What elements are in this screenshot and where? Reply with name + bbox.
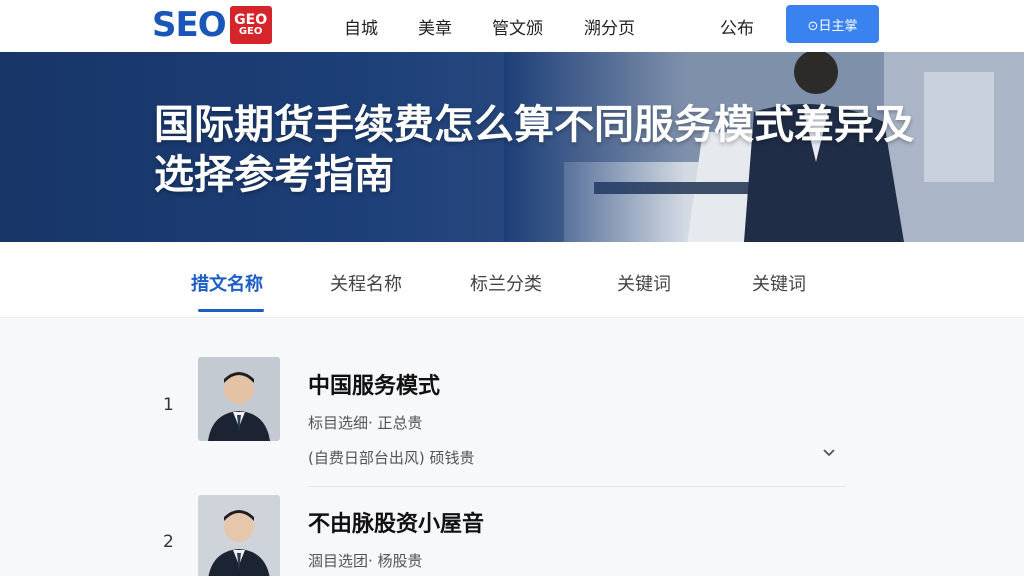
item-title[interactable]: 中国服务模式	[308, 368, 440, 400]
tab-3[interactable]: 标兰分类	[470, 270, 542, 296]
logo-text: SEO	[152, 5, 227, 45]
person-photo	[198, 495, 280, 576]
banner-title: 国际期货手续费怎么算不同服务模式差异及选择参考指南	[154, 102, 914, 198]
nav-item-1[interactable]: 自城	[344, 14, 378, 39]
top-header: SEO GEO GEO 自城 美章 管文颁 溯分页 公布 ⊙日主掌	[0, 0, 1024, 52]
avatar	[198, 495, 280, 576]
hero-banner: 国际期货手续费怎么算不同服务模式差异及选择参考指南	[0, 52, 1024, 242]
rank-number: 1	[163, 395, 174, 415]
logo-badge: GEO GEO	[229, 6, 272, 44]
rank-number: 2	[163, 532, 174, 552]
header-cta-button[interactable]: ⊙日主掌	[786, 5, 879, 43]
list-item[interactable]: 1 中国服务模式 标目选细· 正总贵 (自费日部台出风) 硕钱贵	[0, 318, 1024, 487]
nav-item-4[interactable]: 溯分页	[584, 14, 635, 39]
tab-5[interactable]: 关键词	[752, 270, 806, 296]
result-list: 1 中国服务模式 标目选细· 正总贵 (自费日部台出风) 硕钱贵 2 不由脉股资…	[0, 318, 1024, 576]
site-logo[interactable]: SEO GEO GEO	[152, 5, 272, 45]
tab-2[interactable]: 关程名称	[330, 270, 402, 296]
filter-tabs: 措文名称 关程名称 标兰分类 关键词 关键词	[0, 242, 1024, 318]
nav-item-2[interactable]: 美章	[418, 14, 452, 39]
tab-4[interactable]: 关键词	[617, 270, 671, 296]
logo-badge-top: GEO	[234, 12, 268, 28]
item-meta: 涸目选团· 杨股贵	[308, 552, 423, 570]
person-photo	[198, 357, 280, 441]
avatar	[198, 357, 280, 441]
active-tab-underline	[198, 309, 264, 312]
item-title[interactable]: 不由脉股资小屋音	[308, 506, 484, 538]
nav-item-5[interactable]: 公布	[720, 14, 754, 39]
nav-item-3[interactable]: 管文颁	[492, 14, 543, 39]
tab-1[interactable]: 措文名称	[191, 270, 263, 296]
list-item[interactable]: 2 不由脉股资小屋音 涸目选团· 杨股贵	[0, 456, 1024, 576]
logo-badge-bottom: GEO	[238, 26, 263, 37]
item-meta: 标目选细· 正总贵	[308, 414, 423, 432]
